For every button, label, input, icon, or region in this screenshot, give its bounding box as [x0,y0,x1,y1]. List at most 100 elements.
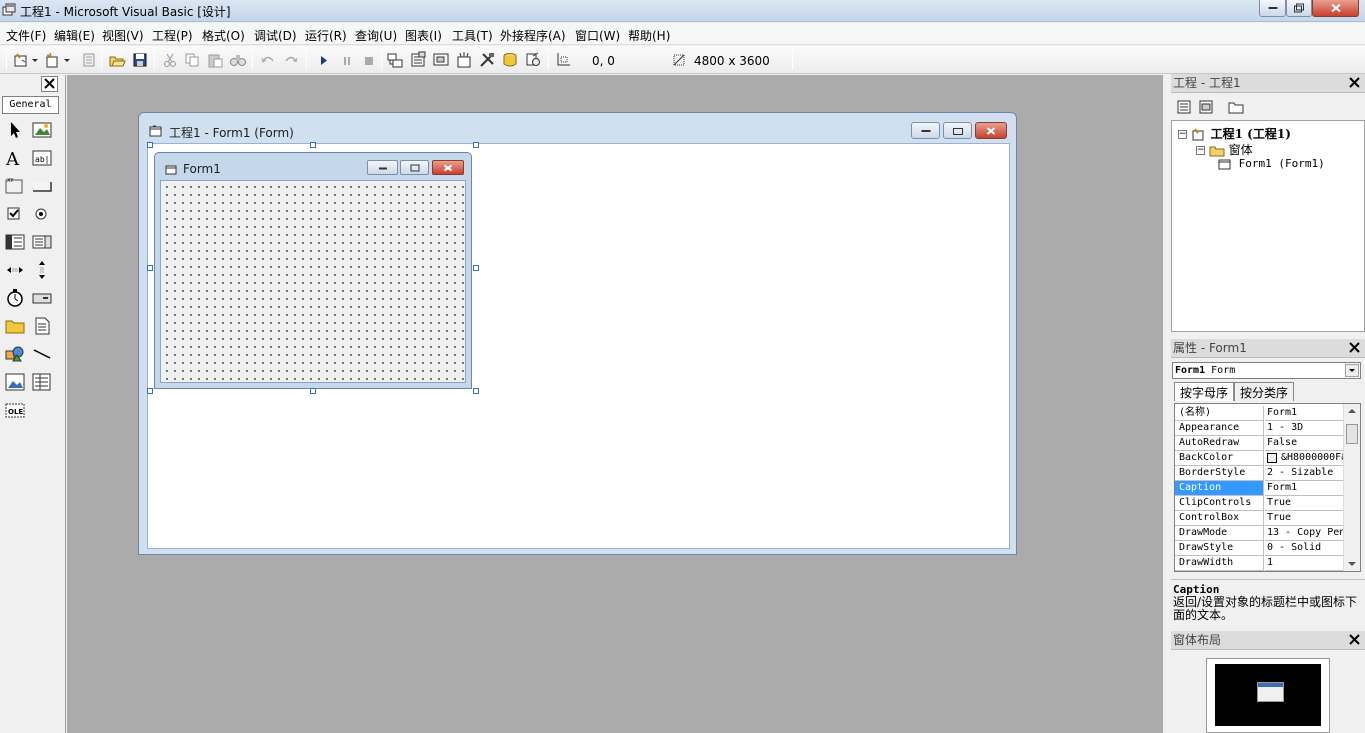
menu-run[interactable]: 运行(R) [305,27,347,44]
tree-node-forms-folder[interactable]: − 窗体 [1196,141,1253,158]
combobox-icon[interactable] [4,231,26,253]
checkbox-icon[interactable] [4,203,26,225]
break-icon[interactable] [338,51,356,69]
frame-icon[interactable]: XY [4,175,26,197]
drivelistbox-icon[interactable] [31,287,53,309]
scroll-thumb[interactable] [1346,424,1358,444]
resize-handle-w[interactable] [147,265,153,271]
timer-icon[interactable] [4,287,26,309]
designer-restore-button[interactable] [943,122,972,139]
undo-icon[interactable] [259,51,277,69]
properties-window-icon[interactable] [409,51,427,69]
picturebox-icon[interactable] [31,119,53,141]
resize-handle-sw[interactable] [147,388,153,394]
tab-alphabetic[interactable]: 按字母序 [1174,382,1235,401]
dropdown-arrow-icon[interactable] [63,51,71,69]
copy-icon[interactable] [183,51,201,69]
property-value[interactable]: 0 - Solid [1265,541,1343,556]
add-form-icon[interactable] [44,51,62,69]
property-row[interactable]: BorderStyle 2 - Sizable [1175,466,1343,481]
property-value[interactable]: True [1265,496,1343,511]
resize-handle-ne[interactable] [473,142,479,148]
form-layout-icon[interactable] [432,51,450,69]
add-project-icon[interactable] [12,51,30,69]
redo-icon[interactable] [282,51,300,69]
ole-icon[interactable]: OLE [4,399,26,421]
menu-edit[interactable]: 编辑(E) [54,27,95,44]
designer-minimize-button[interactable] [911,122,940,139]
view-object-icon[interactable] [1198,99,1214,115]
form-position-preview[interactable] [1257,682,1284,702]
restore-button[interactable] [1286,0,1312,17]
object-selector[interactable]: Form1 Form [1172,362,1361,379]
toggle-folders-icon[interactable] [1228,99,1244,115]
menu-addins[interactable]: 外接程序(A) [500,27,566,44]
close-icon[interactable] [1347,632,1362,647]
dropdown-arrow-icon[interactable] [31,51,39,69]
find-icon[interactable] [229,51,247,69]
vscrollbar-icon[interactable] [31,259,53,281]
close-icon[interactable] [1347,340,1362,355]
property-value[interactable]: 2 - Sizable [1265,466,1343,481]
property-row[interactable]: (名称) Form1 [1175,406,1343,421]
menu-window[interactable]: 窗口(W) [575,27,620,44]
data-view-icon[interactable] [501,51,519,69]
form1-preview[interactable]: Form1 [154,152,472,389]
cut-icon[interactable] [161,51,179,69]
designer-canvas[interactable]: Form1 [147,143,1010,549]
property-row[interactable]: DrawMode 13 - Copy Pen [1175,526,1343,541]
menu-format[interactable]: 格式(O) [202,27,245,44]
form1-design-grid[interactable] [160,180,466,383]
end-icon[interactable] [360,51,378,69]
property-scrollbar[interactable] [1343,404,1360,571]
property-value[interactable]: 1 - 3D [1265,421,1343,436]
shape-icon[interactable] [4,343,26,365]
property-value[interactable]: Form1 [1265,406,1343,421]
scroll-up-icon[interactable] [1347,408,1357,414]
property-value[interactable]: 13 - Copy Pen [1265,526,1343,541]
menu-help[interactable]: 帮助(H) [628,27,670,44]
property-row[interactable]: DrawWidth 1 [1175,556,1343,571]
view-code-icon[interactable] [1176,99,1192,115]
minimize-button[interactable] [1259,0,1286,17]
property-value[interactable]: 1 [1265,556,1343,571]
paste-icon[interactable] [206,51,224,69]
menu-debug[interactable]: 调试(D) [254,27,297,44]
object-browser-icon[interactable] [455,51,473,69]
menu-file[interactable]: 文件(F) [6,27,46,44]
menu-diagram[interactable]: 图表(I) [405,27,442,44]
property-row[interactable]: Appearance 1 - 3D [1175,421,1343,436]
save-icon[interactable] [131,51,149,69]
property-row[interactable]: DrawStyle 0 - Solid [1175,541,1343,556]
property-value[interactable]: True [1265,511,1343,526]
toolbox-tab-general[interactable]: General [2,96,59,114]
open-project-icon[interactable] [108,51,126,69]
image-icon[interactable] [4,371,26,393]
menu-query[interactable]: 查询(U) [355,27,397,44]
designer-close-button[interactable] [975,122,1007,139]
component-manager-icon[interactable] [524,51,542,69]
menu-editor-icon[interactable] [80,51,98,69]
resize-handle-nw[interactable] [147,142,153,148]
property-row[interactable]: BackColor &H8000000F& [1175,451,1343,466]
dropdown-button[interactable] [1345,364,1359,377]
start-icon[interactable] [315,51,333,69]
hscrollbar-icon[interactable] [4,259,26,281]
commandbutton-icon[interactable] [31,175,53,197]
resize-handle-s[interactable] [310,388,316,394]
pointer-icon[interactable] [4,119,26,141]
property-value[interactable]: &H8000000F& [1265,451,1343,466]
property-row[interactable]: ControlBox True [1175,511,1343,526]
toolbox-close-button[interactable] [41,76,58,92]
tab-categorized[interactable]: 按分类序 [1234,382,1295,401]
filelistbox-icon[interactable] [31,315,53,337]
resize-handle-e[interactable] [473,265,479,271]
project-explorer-icon[interactable] [386,51,404,69]
collapse-icon[interactable]: − [1196,146,1205,155]
property-row-selected[interactable]: Caption Form1 [1175,481,1343,496]
close-button[interactable] [1312,0,1359,17]
property-row[interactable]: AutoRedraw False [1175,436,1343,451]
resize-handle-se[interactable] [473,388,479,394]
optionbutton-icon[interactable] [31,203,53,225]
resize-handle-n[interactable] [310,142,316,148]
